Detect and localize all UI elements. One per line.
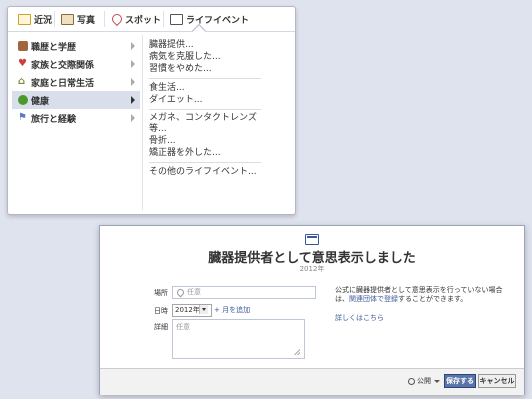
subitem-broken-bone[interactable]: 骨折... xyxy=(149,135,289,147)
donor-info-suffix: することができます。 xyxy=(398,295,468,303)
category-label: 家庭と日常生活 xyxy=(31,78,95,89)
column-divider xyxy=(142,35,143,210)
category-label: 旅行と経験 xyxy=(31,114,77,125)
register-link[interactable]: 関連団体で登録 xyxy=(349,295,398,303)
subitem-glasses-contacts[interactable]: メガネ、コンタクトレンズ等... xyxy=(149,113,274,135)
category-work-education[interactable]: 職歴と学歴 xyxy=(12,37,140,55)
briefcase-icon xyxy=(18,41,28,51)
flag-icon: ⚑ xyxy=(18,112,27,123)
category-label: 職歴と学歴 xyxy=(31,42,77,53)
subitem-quit-habit[interactable]: 習慣をやめた... xyxy=(149,63,289,75)
subitem-overcame-illness[interactable]: 病気を克服した... xyxy=(149,51,289,63)
subitem-weight-loss[interactable]: ダイエット... xyxy=(149,94,289,106)
house-icon: ⌂ xyxy=(18,76,26,87)
learn-more-link[interactable]: 詳しくはこちら xyxy=(335,313,384,323)
globe-icon xyxy=(408,377,415,385)
details-label: 詳細 xyxy=(154,323,168,331)
subitem-removed-braces[interactable]: 矯正器を外した... xyxy=(149,147,289,159)
chevron-right-icon xyxy=(131,60,135,68)
divider xyxy=(149,78,261,79)
category-travel-experiences[interactable]: ⚑ 旅行と経験 xyxy=(12,109,140,127)
details-textarea[interactable]: 任意 xyxy=(172,319,305,359)
tab-place[interactable]: スポット xyxy=(109,11,162,27)
category-health[interactable]: 健康 xyxy=(12,91,140,109)
health-event-list: 臓器提供... 病気を克服した... 習慣をやめた... 食生活... ダイエッ… xyxy=(149,39,289,178)
photo-icon xyxy=(61,13,74,25)
status-icon xyxy=(18,13,31,25)
category-label: 健康 xyxy=(31,96,50,107)
category-family-relationships[interactable]: ♥ 家族と交際関係 xyxy=(12,55,140,73)
chevron-down-icon[interactable] xyxy=(199,305,208,314)
tab-label: 近況 xyxy=(34,15,53,26)
composer-tab-bar: 近況 写真 スポット ライフイベント xyxy=(8,7,295,39)
health-icon xyxy=(18,95,28,105)
tab-label: ライフイベント xyxy=(186,15,250,26)
place-label: 場所 xyxy=(154,289,168,297)
subitem-diet[interactable]: 食生活... xyxy=(149,82,289,94)
subitem-organ-donor[interactable]: 臓器提供... xyxy=(149,39,289,51)
life-event-menu-panel: 近況 写真 スポット ライフイベント 職歴と学歴 ♥ 家族と交際関係 ⌂ 家庭と… xyxy=(7,6,296,215)
chevron-right-icon xyxy=(131,78,135,86)
category-label: 家族と交際関係 xyxy=(31,60,95,71)
chevron-down-icon xyxy=(434,379,440,383)
divider xyxy=(149,109,261,110)
divider xyxy=(149,162,261,163)
category-list: 職歴と学歴 ♥ 家族と交際関係 ⌂ 家庭と日常生活 健康 ⚑ 旅行と経験 xyxy=(12,37,140,127)
privacy-label: 公開 xyxy=(417,377,431,385)
chevron-right-icon xyxy=(131,114,135,122)
category-home-living[interactable]: ⌂ 家庭と日常生活 xyxy=(12,73,140,91)
chevron-right-icon xyxy=(131,96,135,104)
place-icon xyxy=(109,11,125,27)
date-label: 日時 xyxy=(154,307,168,315)
subitem-other-life-event[interactable]: その他のライフイベント... xyxy=(149,166,289,178)
calendar-icon xyxy=(305,234,319,245)
life-event-detail-card: 臓器提供者として意思表示しました 2012年 場所 任意 日時 2012年 + … xyxy=(99,225,525,395)
add-month-link[interactable]: + 月を追加 xyxy=(214,305,250,315)
event-year-caption: 2012年 xyxy=(299,265,325,273)
privacy-selector[interactable]: 公開 xyxy=(408,375,440,387)
tab-status[interactable]: 近況 xyxy=(18,11,52,27)
cancel-button[interactable]: キャンセル xyxy=(478,374,516,388)
chevron-right-icon xyxy=(131,42,135,50)
donor-info-text: 公式に臓器提供者として意思表示を行っていない場合は、関連団体で登録することができ… xyxy=(335,286,515,304)
tab-label: スポット xyxy=(125,15,162,26)
resize-grip-icon[interactable] xyxy=(294,349,300,355)
save-button[interactable]: 保存する xyxy=(444,374,476,388)
life-event-icon xyxy=(170,13,183,25)
place-input[interactable]: 任意 xyxy=(172,286,316,299)
tab-label: 写真 xyxy=(77,15,96,26)
heart-icon: ♥ xyxy=(18,58,27,69)
tab-photo[interactable]: 写真 xyxy=(61,11,95,27)
tab-life-event[interactable]: ライフイベント xyxy=(170,11,249,27)
